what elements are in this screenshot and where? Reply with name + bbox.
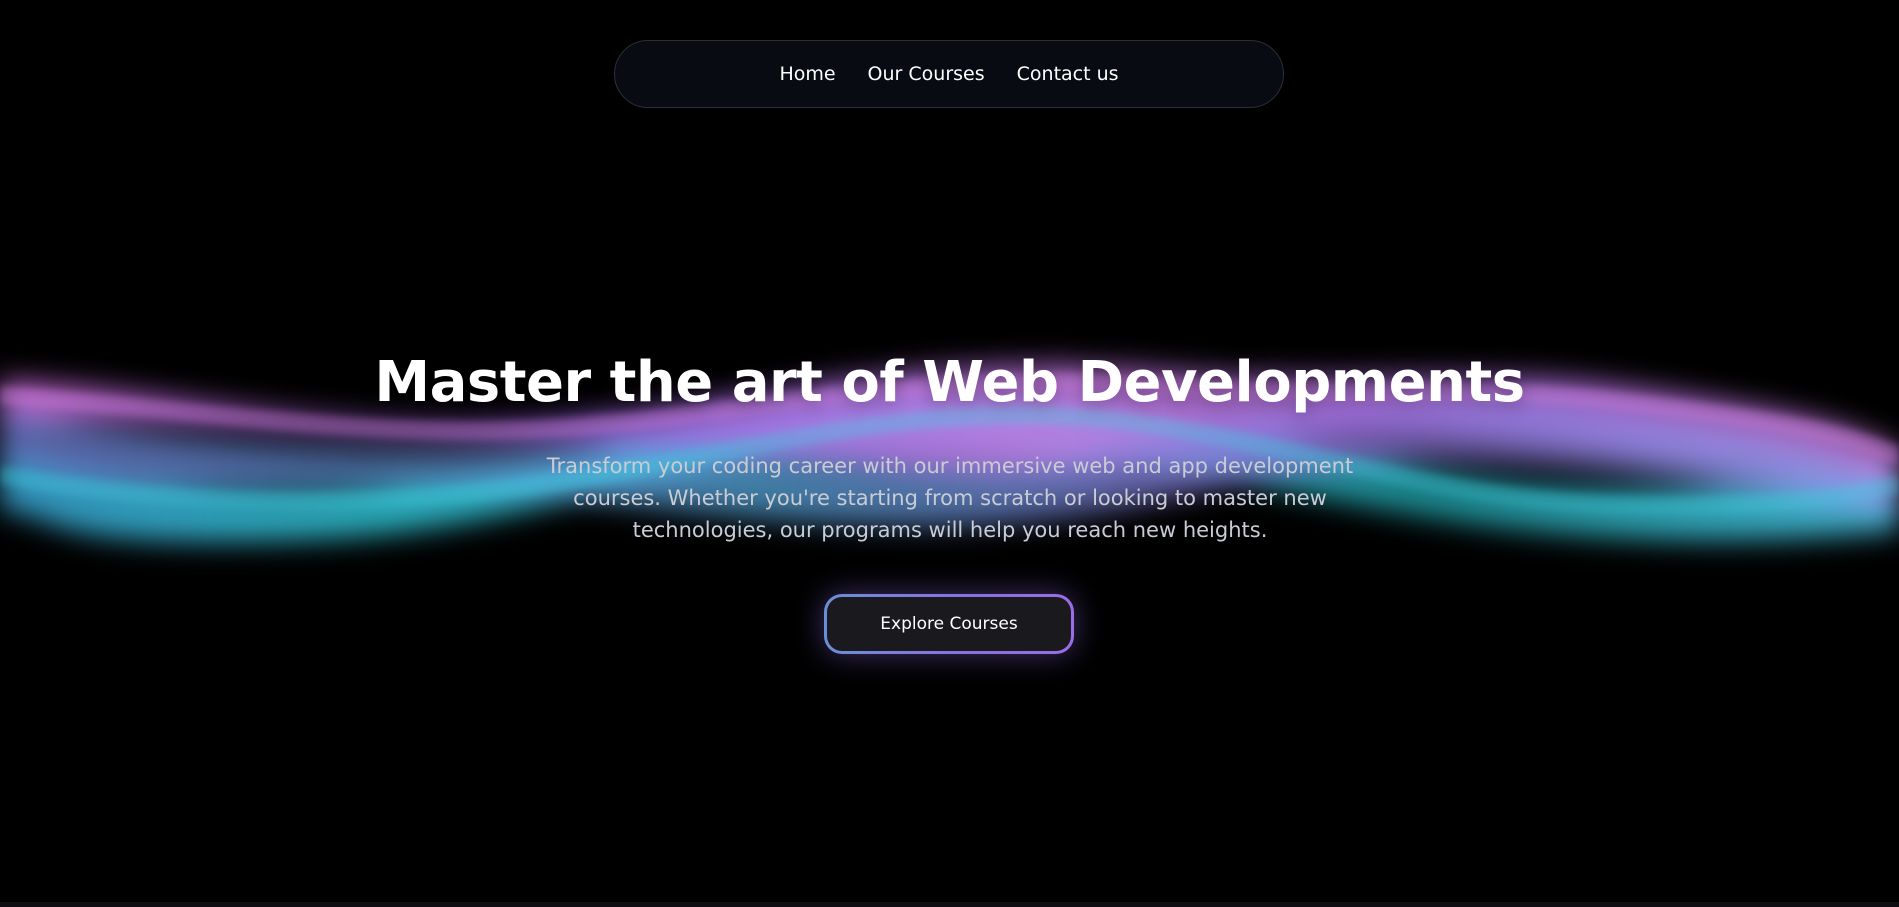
- hero-subtitle: Transform your coding career with our im…: [546, 454, 1354, 542]
- explore-courses-button[interactable]: Explore Courses: [824, 594, 1074, 654]
- hero-title: Master the art of Web Developments: [374, 350, 1525, 415]
- top-navbar: Home Our Courses Contact us: [614, 40, 1284, 108]
- nav-link-home[interactable]: Home: [779, 63, 835, 85]
- nav-link-our-courses[interactable]: Our Courses: [868, 63, 985, 85]
- nav-link-contact-us[interactable]: Contact us: [1017, 63, 1119, 85]
- page-bottom-edge: [0, 902, 1899, 907]
- landing-page: Home Our Courses Contact us Master the a…: [0, 0, 1899, 907]
